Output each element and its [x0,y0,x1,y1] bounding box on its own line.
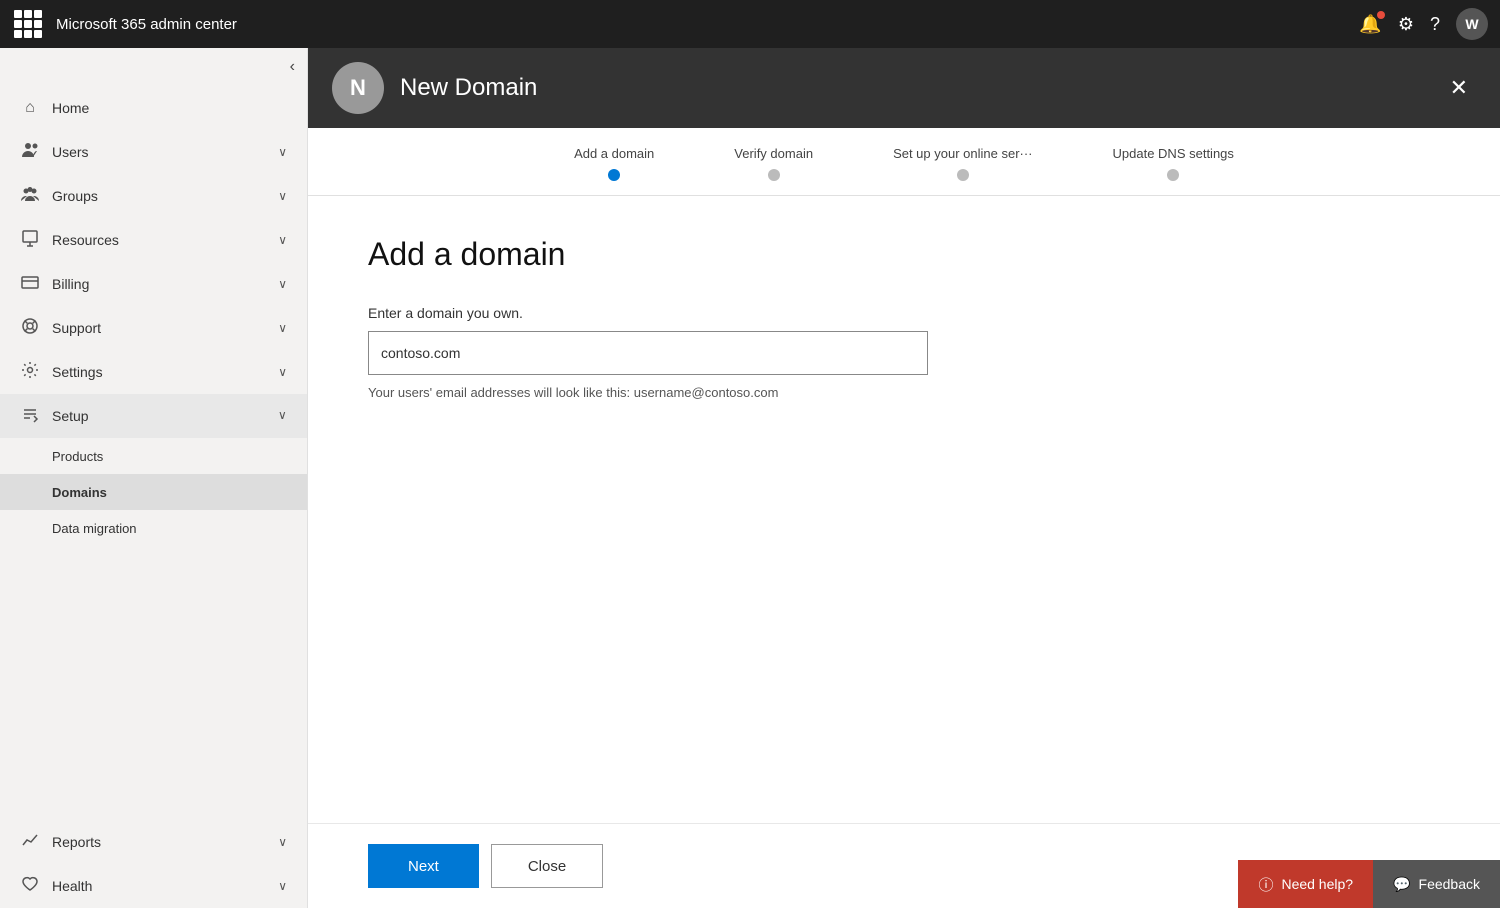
sidebar-item-label: Resources [52,232,266,248]
collapse-icon: ‹ [290,58,295,76]
chevron-down-icon: ∨ [278,189,287,203]
sidebar-item-reports[interactable]: Reports ∨ [0,820,307,864]
app-title: Microsoft 365 admin center [56,16,1347,33]
sidebar-item-label: Support [52,320,266,336]
sidebar-subitem-products[interactable]: Products [0,438,307,474]
help-circle-icon: ⓘ [1258,874,1273,895]
step-dot-active [608,169,620,181]
new-domain-panel: N New Domain ✕ Add a domain Verify domai… [308,48,1500,908]
step-dot [1167,169,1179,181]
sidebar-item-settings[interactable]: Settings ∨ [0,350,307,394]
main-layout: ‹ ⌂ Home Users ∨ Groups ∨ Resources ∨ [0,48,1500,908]
sidebar-subitem-data-migration[interactable]: Data migration [0,510,307,546]
step-label: Update DNS settings [1113,146,1234,161]
step-verify-domain[interactable]: Verify domain [694,146,853,195]
chevron-down-icon: ∨ [278,879,287,893]
bottom-bar: ⓘ Need help? 💬 Feedback [1238,860,1500,908]
chevron-down-icon: ∨ [278,321,287,335]
sidebar-item-label: Setup [52,408,266,424]
sidebar-item-billing[interactable]: Billing ∨ [0,262,307,306]
home-icon: ⌂ [20,99,40,117]
step-setup-services[interactable]: Set up your online ser··· [853,146,1072,195]
avatar[interactable]: W [1456,8,1488,40]
settings-nav-icon [20,361,40,384]
email-hint: Your users' email addresses will look li… [368,385,1440,400]
chevron-down-icon: ∨ [278,365,287,379]
next-button[interactable]: Next [368,844,479,888]
chat-icon: 💬 [1393,876,1410,893]
sidebar-subitem-label: Domains [52,485,107,500]
notifications-icon[interactable]: 🔔 [1359,14,1381,35]
users-icon [20,141,40,164]
sidebar-item-label: Billing [52,276,266,292]
setup-icon [20,405,40,428]
chevron-up-icon: ∧ [278,409,287,423]
need-help-button[interactable]: ⓘ Need help? [1238,860,1373,908]
help-icon[interactable]: ? [1430,14,1440,35]
health-icon [20,875,40,898]
steps-bar: Add a domain Verify domain Set up your o… [308,128,1500,196]
resources-icon [20,229,40,252]
step-label: Set up your online ser··· [893,146,1032,161]
panel-body: Add a domain Enter a domain you own. You… [308,196,1500,823]
step-add-domain[interactable]: Add a domain [534,146,694,195]
notification-dot [1377,11,1385,19]
feedback-button[interactable]: 💬 Feedback [1373,860,1500,908]
panel-close-button[interactable]: ✕ [1442,67,1476,109]
step-update-dns[interactable]: Update DNS settings [1073,146,1274,195]
sidebar-item-label: Groups [52,188,266,204]
sidebar-item-support[interactable]: Support ∨ [0,306,307,350]
step-dot [957,169,969,181]
sidebar-item-label: Users [52,144,266,160]
step-label: Add a domain [574,146,654,161]
sidebar-item-health[interactable]: Health ∨ [0,864,307,908]
panel-avatar: N [332,62,384,114]
sidebar: ‹ ⌂ Home Users ∨ Groups ∨ Resources ∨ [0,48,308,908]
sidebar-item-resources[interactable]: Resources ∨ [0,218,307,262]
reports-icon [20,831,40,854]
content-area: Home N New Domain ✕ Add a domain Verify … [308,48,1500,908]
sidebar-item-groups[interactable]: Groups ∨ [0,174,307,218]
step-dot [768,169,780,181]
settings-icon[interactable]: ⚙ [1398,14,1414,35]
chevron-down-icon: ∨ [278,233,287,247]
chevron-down-icon: ∨ [278,145,287,159]
waffle-button[interactable] [12,8,44,40]
chevron-down-icon: ∨ [278,835,287,849]
step-label: Verify domain [734,146,813,161]
sidebar-item-users[interactable]: Users ∨ [0,130,307,174]
support-icon [20,317,40,340]
sidebar-subitem-label: Products [52,449,103,464]
sidebar-item-label: Health [52,878,266,894]
panel-section-title: Add a domain [368,236,1440,273]
sidebar-item-setup[interactable]: Setup ∧ [0,394,307,438]
topbar-icons: 🔔 ⚙ ? W [1359,8,1488,40]
panel-title: New Domain [400,74,1442,102]
billing-icon [20,273,40,296]
feedback-label: Feedback [1419,876,1480,892]
domain-field-label: Enter a domain you own. [368,305,1440,321]
need-help-label: Need help? [1281,876,1353,892]
chevron-down-icon: ∨ [278,277,287,291]
groups-icon [20,185,40,208]
panel-header: N New Domain ✕ [308,48,1500,128]
sidebar-item-home[interactable]: ⌂ Home [0,86,307,130]
sidebar-subitem-domains[interactable]: Domains [0,474,307,510]
sidebar-subitem-label: Data migration [52,521,137,536]
domain-input[interactable] [368,331,928,375]
sidebar-item-label: Reports [52,834,266,850]
sidebar-item-label: Home [52,100,287,116]
topbar: Microsoft 365 admin center 🔔 ⚙ ? W [0,0,1500,48]
sidebar-item-label: Settings [52,364,266,380]
close-button[interactable]: Close [491,844,603,888]
sidebar-collapse-button[interactable]: ‹ [0,48,307,86]
